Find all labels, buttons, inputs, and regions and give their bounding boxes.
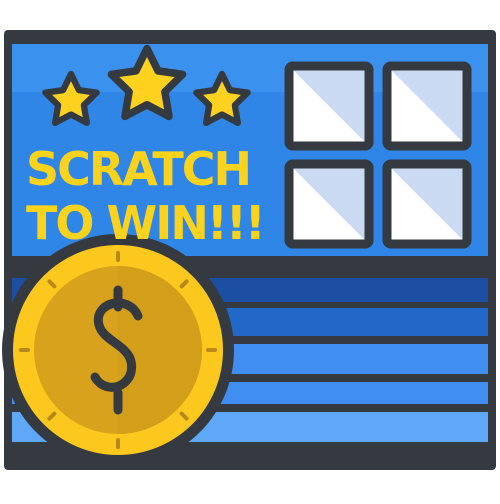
scratch-card-artwork [2, 30, 496, 470]
headline-line-1: SCRATCH [26, 142, 252, 196]
scratch-panel-icon[interactable] [382, 159, 472, 249]
scratch-panel-icon[interactable] [382, 61, 472, 151]
dollar-coin-icon [2, 234, 234, 466]
scratch-panel-icon[interactable] [284, 61, 374, 151]
scratch-panel-icon[interactable] [284, 159, 374, 249]
scratch-card-illustration: SCRATCH TO WIN!!! [0, 0, 500, 500]
headline-line-2: TO WIN!!! [26, 196, 266, 250]
